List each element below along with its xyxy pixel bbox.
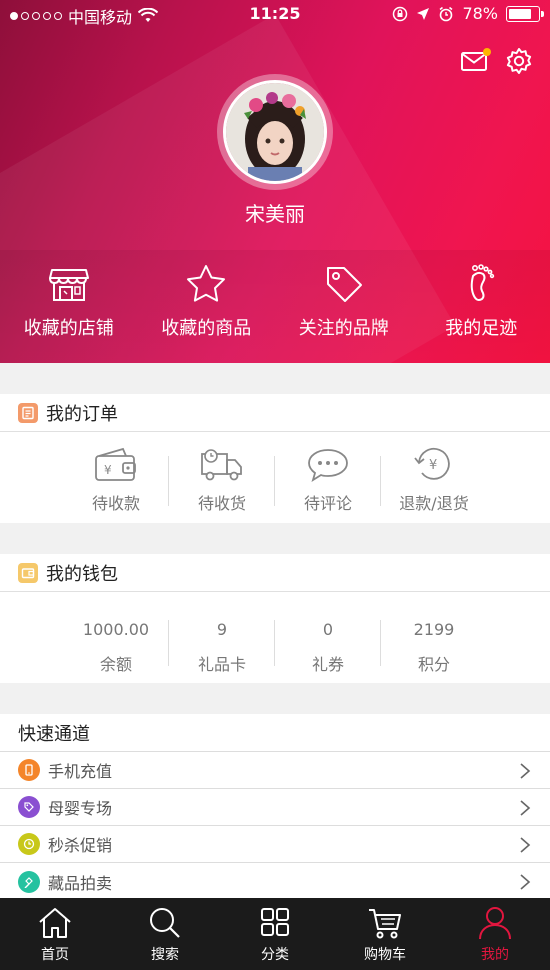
orders-header[interactable]: 我的订单 [0, 394, 550, 432]
alarm-icon [439, 6, 453, 21]
wallet-value: 1000.00 [82, 620, 150, 639]
orders-card: 我的订单 ¥ 待收款 待收货 待评论 ¥ 退款/退货 [0, 394, 550, 523]
fav-stores[interactable]: 收藏的店铺 [0, 262, 138, 362]
tab-label: 首页 [41, 947, 69, 963]
quick-item-auction[interactable]: 藏品拍卖 [0, 863, 550, 900]
battery-percent: 78% [462, 4, 498, 23]
fav-products[interactable]: 收藏的商品 [138, 262, 276, 362]
home-icon [39, 908, 71, 938]
fav-label: 关注的品牌 [298, 318, 389, 339]
order-label: 待收款 [91, 494, 140, 513]
quick-label: 藏品拍卖 [48, 873, 113, 893]
chevron-right-icon [520, 763, 531, 779]
comment-icon [308, 449, 348, 483]
fav-brands[interactable]: 关注的品牌 [275, 262, 413, 362]
order-label: 退款/退货 [399, 494, 469, 513]
tab-label: 搜索 [151, 947, 179, 963]
order-label: 待收货 [197, 494, 246, 513]
quick-card: 快速通道 手机充值 母婴专场 秒杀促销 藏品拍卖 [0, 714, 550, 898]
username: 宋美丽 [245, 202, 305, 226]
wallet-card: 我的钱包 1000.00 余额 9 礼品卡 0 礼券 2199 积分 [0, 554, 550, 683]
user-icon [479, 907, 511, 940]
tab-label: 购物车 [364, 947, 406, 963]
wallet-value: 9 [216, 620, 228, 639]
wallet-header[interactable]: 我的钱包 [0, 554, 550, 592]
wallet-gift-card[interactable]: 9 礼品卡 [169, 620, 275, 684]
gear-icon [506, 48, 532, 74]
fav-label: 我的足迹 [445, 318, 518, 339]
unread-dot [483, 48, 491, 56]
baby-icon [18, 796, 40, 818]
footprint-icon [470, 264, 495, 301]
header-actions [460, 46, 534, 76]
tag-icon [326, 267, 362, 302]
wallet-label: 余额 [99, 655, 132, 674]
star-icon [187, 265, 226, 302]
wallet-title: 我的钱包 [46, 563, 118, 585]
settings-button[interactable] [504, 46, 534, 76]
wallet-value: 2199 [413, 620, 455, 639]
chevron-right-icon [520, 837, 531, 853]
chevron-right-icon [520, 800, 531, 816]
quick-item-phone-recharge[interactable]: 手机充值 [0, 752, 550, 789]
tab-category[interactable]: 分类 [220, 898, 330, 970]
bottom-tabbar: 首页 搜索 分类 购物车 我的 [0, 898, 550, 970]
cart-icon [369, 909, 401, 939]
phone-recharge-icon [18, 759, 40, 781]
avatar-image [226, 83, 324, 181]
tab-cart[interactable]: 购物车 [330, 898, 440, 970]
search-icon [150, 908, 180, 938]
order-list-icon [18, 402, 38, 423]
order-pending-delivery[interactable]: 待收货 [169, 446, 275, 524]
quick-item-flash-sale[interactable]: 秒杀促销 [0, 826, 550, 863]
wallet-coupon[interactable]: 0 礼券 [275, 620, 381, 684]
gavel-icon [18, 870, 40, 893]
wallet-label: 礼品卡 [197, 655, 246, 674]
battery-icon [506, 5, 544, 22]
order-status-row: ¥ 待收款 待收货 待评论 ¥ 退款/退货 [0, 432, 550, 524]
fav-label: 收藏的店铺 [23, 318, 114, 339]
svg-text:¥: ¥ [104, 463, 112, 477]
refund-icon: ¥ [414, 447, 450, 480]
clock-icon [18, 833, 40, 855]
tab-mine[interactable]: 我的 [440, 898, 550, 970]
order-label: 待评论 [303, 494, 352, 513]
quick-title: 快速通道 [0, 714, 550, 752]
orders-title: 我的订单 [46, 403, 118, 425]
wallet-points[interactable]: 2199 积分 [381, 620, 487, 684]
location-arrow-icon [417, 7, 430, 20]
tab-label: 我的 [481, 947, 509, 963]
wallet-icon: ¥ [95, 447, 136, 481]
wallet-label: 积分 [417, 655, 450, 674]
chevron-right-icon [520, 874, 531, 890]
tab-label: 分类 [261, 947, 289, 963]
tab-home[interactable]: 首页 [0, 898, 110, 970]
grid-icon [261, 908, 289, 936]
wallet-value: 0 [322, 620, 334, 639]
tab-search[interactable]: 搜索 [110, 898, 220, 970]
wallet-row: 1000.00 余额 9 礼品卡 0 礼券 2199 积分 [0, 592, 550, 684]
wallet-small-icon [18, 562, 38, 583]
quick-label: 手机充值 [48, 762, 113, 781]
status-right: 78% [392, 4, 544, 23]
fav-footprints[interactable]: 我的足迹 [413, 262, 550, 362]
order-refund[interactable]: ¥ 退款/退货 [381, 446, 487, 524]
quick-item-mother-baby[interactable]: 母婴专场 [0, 789, 550, 826]
message-button[interactable] [460, 46, 491, 76]
order-pending-review[interactable]: 待评论 [275, 446, 381, 524]
truck-icon [201, 449, 242, 481]
avatar-frame[interactable] [217, 74, 333, 190]
fav-label: 收藏的商品 [161, 318, 252, 339]
status-bar: 中国移动 11:25 78% [0, 0, 550, 30]
store-icon [48, 269, 89, 301]
avatar[interactable] [223, 80, 327, 184]
wallet-label: 礼券 [311, 655, 344, 674]
quick-label: 秒杀促销 [48, 836, 113, 855]
order-pending-payment[interactable]: ¥ 待收款 [63, 446, 169, 524]
rotation-lock-icon [393, 6, 408, 21]
quick-label: 母婴专场 [48, 799, 113, 818]
wallet-balance[interactable]: 1000.00 余额 [63, 620, 169, 684]
svg-text:¥: ¥ [429, 458, 437, 473]
favorites-row: 收藏的店铺 收藏的商品 关注的品牌 我的足迹 [0, 262, 550, 362]
